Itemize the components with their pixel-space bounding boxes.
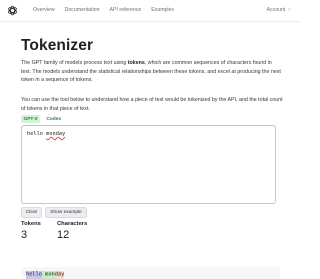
model-tabs: GPT-3 Codex — [21, 115, 64, 123]
tab-codex[interactable]: Codex — [44, 115, 64, 123]
nav-overview[interactable]: Overview — [33, 7, 55, 13]
input-word-hello: hello — [27, 131, 43, 137]
token-2: day — [54, 271, 65, 279]
token-0: hello — [26, 271, 42, 279]
text-input[interactable]: hello monday — [21, 125, 276, 204]
characters-count: 12 — [57, 229, 70, 241]
page-title: Tokenizer — [21, 37, 94, 54]
token-list: hello monday — [26, 271, 65, 279]
nav-api-reference[interactable]: API reference — [110, 7, 142, 13]
chevron-right-icon: › — [288, 7, 290, 13]
top-navbar: Overview Documentation API reference Exa… — [0, 0, 300, 22]
clear-button[interactable]: Clear — [21, 207, 42, 218]
tokens-count: 3 — [21, 229, 28, 241]
tokenized-output: hello monday — [21, 267, 280, 279]
account-label: Account — [266, 7, 286, 13]
openai-logo-icon[interactable] — [7, 5, 18, 16]
nav-documentation[interactable]: Documentation — [65, 7, 100, 13]
tokens-label: Tokens — [21, 221, 41, 227]
nav-examples[interactable]: Examples — [151, 7, 174, 13]
input-text: hello monday — [27, 131, 65, 137]
show-example-button[interactable]: Show example — [45, 207, 87, 218]
intro-bold-tokens: tokens — [127, 60, 145, 66]
characters-label: Characters — [57, 221, 88, 227]
main-nav: Overview Documentation API reference Exa… — [33, 7, 174, 13]
token-1: mon — [41, 271, 55, 279]
tool-description: You can use the tool below to understand… — [21, 97, 283, 112]
intro-paragraph: The GPT family of models process text us… — [21, 59, 283, 85]
intro-text-a: The GPT family of models process text us… — [21, 60, 128, 66]
account-menu[interactable]: Account › — [267, 7, 290, 13]
input-word-monday: monday — [46, 131, 66, 137]
tab-gpt3[interactable]: GPT-3 — [21, 115, 40, 123]
